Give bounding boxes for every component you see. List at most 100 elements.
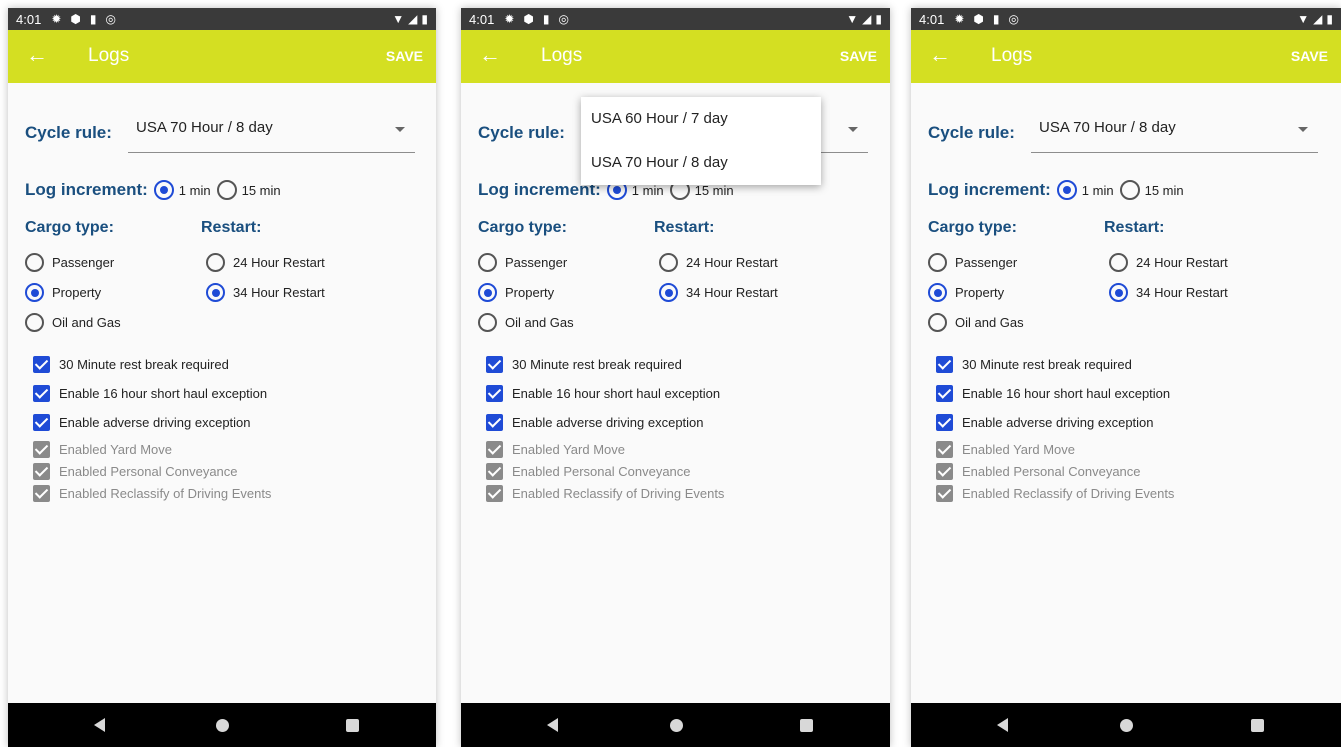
save-button[interactable]: SAVE [386, 48, 423, 64]
increment-1min-radio[interactable] [1056, 180, 1077, 200]
checkbox-checked-icon[interactable] [486, 441, 503, 458]
back-arrow-icon[interactable]: ← [479, 44, 501, 66]
cargo-option-2[interactable]: Oil and Gas [25, 313, 121, 332]
checkbox-row-4[interactable]: Enabled Personal Conveyance [486, 463, 691, 480]
radio-icon[interactable] [206, 253, 225, 272]
radio-icon[interactable] [1109, 253, 1128, 272]
checkbox-row-2[interactable]: Enable adverse driving exception [936, 414, 1154, 431]
checkbox-checked-icon[interactable] [936, 414, 953, 431]
cargo-option-0[interactable]: Passenger [478, 253, 567, 272]
restart-option-1[interactable]: 34 Hour Restart [206, 283, 325, 302]
checkbox-label: Enable adverse driving exception [512, 415, 704, 430]
checkbox-checked-icon[interactable] [936, 441, 953, 458]
nav-home-icon[interactable] [216, 719, 229, 732]
checkbox-checked-icon[interactable] [486, 485, 503, 502]
radio-icon[interactable] [25, 313, 44, 332]
radio-icon[interactable] [928, 283, 947, 302]
checkbox-row-1[interactable]: Enable 16 hour short haul exception [936, 385, 1170, 402]
radio-icon[interactable] [478, 253, 497, 272]
increment-15min-radio[interactable] [1119, 180, 1140, 200]
radio-icon[interactable] [928, 253, 947, 272]
checkbox-row-2[interactable]: Enable adverse driving exception [33, 414, 251, 431]
restart-option-1[interactable]: 34 Hour Restart [1109, 283, 1228, 302]
wifi-icon: ▼ [1297, 12, 1310, 26]
checkbox-row-5[interactable]: Enabled Reclassify of Driving Events [486, 485, 724, 502]
checkbox-checked-icon[interactable] [936, 356, 953, 373]
checkbox-checked-icon[interactable] [936, 485, 953, 502]
checkbox-checked-icon[interactable] [486, 356, 503, 373]
radio-icon[interactable] [478, 313, 497, 332]
checkbox-row-3[interactable]: Enabled Yard Move [33, 441, 172, 458]
cycle-rule-select[interactable]: USA 70 Hour / 8 day [1031, 107, 1318, 153]
nav-back-icon[interactable] [997, 718, 1008, 732]
checkbox-row-1[interactable]: Enable 16 hour short haul exception [486, 385, 720, 402]
increment-option-label: 1 min [178, 182, 211, 198]
checkbox-row-5[interactable]: Enabled Reclassify of Driving Events [936, 485, 1174, 502]
cycle-rule-select[interactable]: USA 70 Hour / 8 day [128, 107, 415, 153]
back-arrow-icon[interactable]: ← [26, 44, 48, 66]
checkbox-row-3[interactable]: Enabled Yard Move [486, 441, 625, 458]
checkbox-row-5[interactable]: Enabled Reclassify of Driving Events [33, 485, 271, 502]
checkbox-row-3[interactable]: Enabled Yard Move [936, 441, 1075, 458]
radio-icon[interactable] [206, 283, 225, 302]
save-button[interactable]: SAVE [1291, 48, 1328, 64]
checkbox-row-0[interactable]: 30 Minute rest break required [33, 356, 229, 373]
restart-option-1[interactable]: 34 Hour Restart [659, 283, 778, 302]
dropdown-caret-icon [395, 127, 405, 132]
cargo-option-0[interactable]: Passenger [25, 253, 114, 272]
restart-option-0[interactable]: 24 Hour Restart [1109, 253, 1228, 272]
checkbox-row-0[interactable]: 30 Minute rest break required [486, 356, 682, 373]
radio-icon[interactable] [659, 283, 678, 302]
nav-home-icon[interactable] [1120, 719, 1133, 732]
increment-option-label: 1 min [1081, 182, 1114, 198]
radio-icon[interactable] [25, 253, 44, 272]
restart-heading: Restart: [654, 219, 715, 236]
checkbox-row-4[interactable]: Enabled Personal Conveyance [33, 463, 238, 480]
nav-recents-icon[interactable] [1251, 719, 1264, 732]
radio-icon[interactable] [659, 253, 678, 272]
checkbox-checked-icon[interactable] [33, 463, 50, 480]
checkbox-checked-icon[interactable] [936, 463, 953, 480]
checkbox-checked-icon[interactable] [33, 485, 50, 502]
cargo-option-1[interactable]: Property [25, 283, 101, 302]
checkbox-checked-icon[interactable] [33, 385, 50, 402]
checkbox-checked-icon[interactable] [33, 356, 50, 373]
nav-back-icon[interactable] [94, 718, 105, 732]
checkbox-checked-icon[interactable] [486, 414, 503, 431]
cargo-option-2[interactable]: Oil and Gas [478, 313, 574, 332]
restart-option-0[interactable]: 24 Hour Restart [206, 253, 325, 272]
nav-back-icon[interactable] [547, 718, 558, 732]
nav-recents-icon[interactable] [800, 719, 813, 732]
cargo-option-2[interactable]: Oil and Gas [928, 313, 1024, 332]
back-arrow-icon[interactable]: ← [929, 44, 951, 66]
restart-option-0[interactable]: 24 Hour Restart [659, 253, 778, 272]
checkbox-row-2[interactable]: Enable adverse driving exception [486, 414, 704, 431]
nav-home-icon[interactable] [670, 719, 683, 732]
radio-icon[interactable] [25, 283, 44, 302]
cargo-option-1[interactable]: Property [478, 283, 554, 302]
cycle-rule-option-0[interactable]: USA 60 Hour / 7 day [581, 97, 821, 141]
dropdown-caret-icon [848, 127, 858, 132]
checkbox-checked-icon[interactable] [936, 385, 953, 402]
increment-1min-radio[interactable] [153, 180, 174, 200]
save-button[interactable]: SAVE [840, 48, 877, 64]
checkbox-checked-icon[interactable] [33, 441, 50, 458]
checkbox-row-1[interactable]: Enable 16 hour short haul exception [33, 385, 267, 402]
checkbox-label: Enable 16 hour short haul exception [962, 386, 1171, 401]
cycle-rule-option-1[interactable]: USA 70 Hour / 8 day [581, 141, 821, 185]
checkbox-row-4[interactable]: Enabled Personal Conveyance [936, 463, 1141, 480]
settings-content: Cycle rule: USA 70 Hour / 8 day Log incr… [8, 83, 436, 703]
increment-15min-radio[interactable] [216, 180, 237, 200]
app-bar: ← Logs SAVE [911, 30, 1341, 83]
screen-1: 4:01 ✹ ⬢ ▮ ◎ ▼ ◢ ▮ ← Logs SAVE Cycle rul… [8, 8, 436, 747]
cargo-option-0[interactable]: Passenger [928, 253, 1017, 272]
checkbox-row-0[interactable]: 30 Minute rest break required [936, 356, 1132, 373]
radio-icon[interactable] [1109, 283, 1128, 302]
checkbox-checked-icon[interactable] [33, 414, 50, 431]
checkbox-checked-icon[interactable] [486, 463, 503, 480]
nav-recents-icon[interactable] [346, 719, 359, 732]
cargo-option-1[interactable]: Property [928, 283, 1004, 302]
radio-icon[interactable] [478, 283, 497, 302]
radio-icon[interactable] [928, 313, 947, 332]
checkbox-checked-icon[interactable] [486, 385, 503, 402]
